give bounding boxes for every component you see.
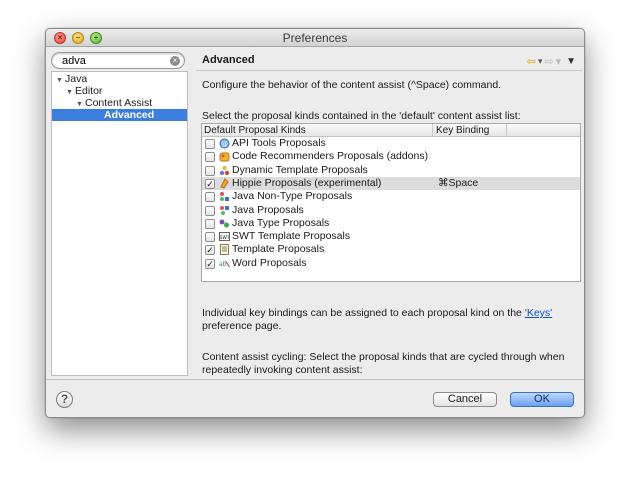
proposal-checkbox[interactable] [205,139,215,149]
key-binding: ⌘Space [438,176,479,189]
tree-item-label: Advanced [104,109,155,121]
filter-search-box[interactable]: × [51,52,185,69]
preference-page: Advanced ⇦ ▾ ⇨ ▾ ▼ Configure the behavio… [196,51,582,405]
column-header-proposal-kinds[interactable]: Default Proposal Kinds [202,124,433,137]
java-nontype-icon [219,191,230,202]
proposal-checkbox[interactable] [205,205,215,216]
page-description: Configure the behavior of the content as… [202,79,502,91]
preference-navigation: × ▼Java▼Editor▼Content AssistAdvanced [51,51,188,376]
proposal-label: Hippie Proposals (experimental) [232,176,382,189]
cancel-button[interactable]: Cancel [433,392,497,407]
dialog-button-bar: ? Cancel OK [46,379,584,417]
word-icon: ab [219,258,230,269]
ok-button[interactable]: OK [510,392,574,407]
proposal-label: Code Recommenders Proposals (addons) [232,150,429,163]
api-tools-icon: @ [219,138,230,149]
proposal-label: Word Proposals [232,256,307,269]
proposal-select-label: Select the proposal kinds contained in t… [202,110,521,122]
dynamic-template-icon [219,165,230,176]
page-title: Advanced [202,54,255,66]
preference-tree: ▼ Java ▼ Editor ▼ Content Assist Advanced [51,71,188,376]
table-row[interactable]: SWTSWT Template Proposals [202,230,580,243]
page-header: Advanced ⇦ ▾ ⇨ ▾ ▼ [196,51,582,71]
proposal-label: Dynamic Template Proposals [232,163,368,176]
table-row[interactable]: Dynamic Template Proposals [202,164,580,177]
tree-item-label: Editor [75,85,103,97]
recommenders-icon [219,151,230,162]
table-row[interactable]: ✓ Hippie Proposals (experimental) ⌘Space [202,176,580,190]
swt-template-icon: SWT [219,231,230,242]
column-header-key-binding[interactable]: Key Binding [434,124,507,137]
hippie-icon [219,178,230,189]
proposal-checkbox[interactable]: ✓ [205,178,215,189]
proposal-checkbox[interactable]: ✓ [205,245,215,256]
clear-search-icon[interactable]: × [170,56,180,66]
proposal-label: API Tools Proposals [232,137,326,149]
tree-item[interactable]: ▼ Editor [52,85,187,97]
template-icon [219,244,230,256]
proposal-checkbox[interactable]: ✓ [205,258,215,269]
proposal-label: SWT Template Proposals [232,230,351,243]
close-window-button[interactable]: × [54,32,66,44]
svg-text:@: @ [221,140,228,148]
keybinding-info: Individual key bindings can be assigned … [202,307,578,333]
proposal-label: Java Type Proposals [232,216,330,229]
table-row[interactable]: Java Type Proposals [202,217,580,230]
proposal-label: Template Proposals [232,243,325,256]
proposal-checkbox[interactable] [205,165,215,176]
window-title: Preferences [282,31,348,45]
proposal-kinds-table: Default Proposal Kinds Key Binding @ API … [201,123,581,282]
proposal-label: Java Non-Type Proposals [232,190,353,203]
proposal-checkbox[interactable] [205,218,215,229]
forward-history-dropdown-icon[interactable]: ▾ [556,55,562,68]
tree-item[interactable]: Advanced [52,109,187,121]
table-row[interactable]: ✓ ab Word Proposals [202,257,580,270]
tree-item-label: Java [65,73,88,85]
table-header: Default Proposal Kinds Key Binding [202,124,580,137]
tree-item[interactable]: ▼ Content Assist [52,97,187,109]
cycling-description: Content assist cycling: Select the propo… [202,351,565,376]
table-row[interactable]: Java Non-Type Proposals [202,190,580,203]
title-bar: × – + Preferences [46,29,584,47]
minimize-window-button[interactable]: – [72,32,84,44]
table-row[interactable]: @ API Tools Proposals [202,137,580,150]
keybinding-info-text: Individual key bindings can be assigned … [202,307,525,319]
window-controls: × – + [54,32,102,44]
svg-text:SWT: SWT [219,235,229,241]
back-history-dropdown-icon[interactable]: ▾ [538,56,543,67]
proposal-checkbox[interactable] [205,232,215,243]
forward-arrow-icon[interactable]: ⇨ [544,55,553,68]
table-row[interactable]: Java Proposals [202,204,580,217]
preferences-window: × – + Preferences × ▼Java▼Editor▼Content… [45,28,585,418]
proposal-checkbox[interactable] [205,152,215,163]
keys-preference-link[interactable]: 'Keys' [525,307,552,319]
keybinding-info-text-end: preference page. [202,320,282,332]
zoom-window-button[interactable]: + [90,32,102,44]
filter-input[interactable] [62,54,167,67]
tree-item-label: Content Assist [85,97,153,109]
proposal-checkbox[interactable] [205,192,215,203]
view-menu-icon[interactable]: ▼ [566,56,576,67]
page-navigation-tools: ⇦ ▾ ⇨ ▾ ▼ [527,55,576,68]
table-row[interactable]: ✓ Template Proposals [202,243,580,256]
java-proposals-icon [219,205,230,216]
table-row[interactable]: Code Recommenders Proposals (addons) [202,150,580,163]
proposal-label: Java Proposals [232,203,304,216]
help-icon[interactable]: ? [56,391,73,408]
tree-item[interactable]: ▼ Java [52,73,187,85]
java-type-icon [219,218,230,229]
back-arrow-icon[interactable]: ⇦ [527,55,536,68]
svg-text:ab: ab [219,261,227,268]
